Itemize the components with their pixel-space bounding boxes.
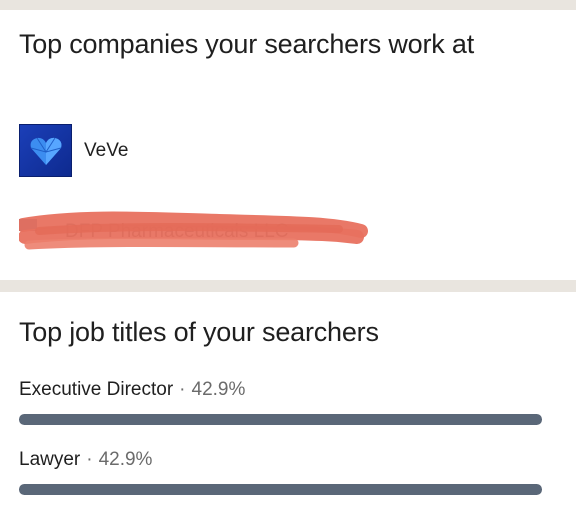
percent-bar bbox=[19, 414, 542, 425]
percent-bar-fill bbox=[19, 414, 542, 425]
percent-bar bbox=[19, 484, 542, 495]
top-companies-card: Top companies your searchers work at VeV… bbox=[0, 10, 576, 280]
job-title-percent: 42.9% bbox=[191, 379, 246, 400]
job-title-item: Lawyer · 42.9% bbox=[19, 448, 542, 495]
company-logo-icon bbox=[19, 219, 37, 231]
job-title-item: Executive Director · 42.9% bbox=[19, 378, 542, 425]
percent-bar-fill bbox=[19, 484, 542, 495]
blue-heart-gem-logo-icon bbox=[19, 124, 72, 177]
job-title-percent: 42.9% bbox=[98, 449, 153, 470]
top-job-titles-card: Top job titles of your searchers Executi… bbox=[0, 292, 576, 508]
company-name: DFP Pharmaceuticals LLC bbox=[65, 221, 289, 242]
company-item-redacted[interactable]: DFP Pharmaceuticals LLC bbox=[19, 211, 379, 253]
top-companies-title: Top companies your searchers work at bbox=[19, 29, 475, 59]
job-title-label: Executive Director bbox=[19, 379, 174, 400]
company-name: VeVe bbox=[84, 139, 129, 161]
company-item-veve[interactable]: VeVe bbox=[19, 124, 128, 177]
separator-dot: · bbox=[86, 449, 93, 470]
top-job-titles-title: Top job titles of your searchers bbox=[19, 317, 379, 347]
job-title-label: Lawyer bbox=[19, 449, 81, 470]
separator-dot: · bbox=[179, 379, 186, 400]
